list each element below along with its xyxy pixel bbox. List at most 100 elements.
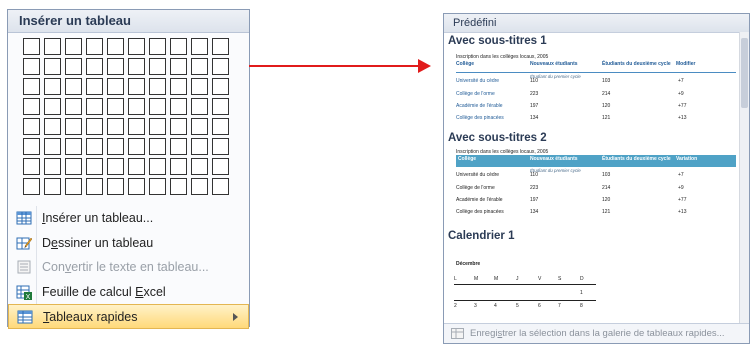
grid-cell[interactable] xyxy=(170,98,187,115)
grid-cell[interactable] xyxy=(212,118,229,135)
grid-cell[interactable] xyxy=(149,58,166,75)
gallery-scrollbar[interactable] xyxy=(739,32,749,332)
grid-cell[interactable] xyxy=(23,78,40,95)
grid-cell[interactable] xyxy=(44,58,61,75)
grid-cell[interactable] xyxy=(86,38,103,55)
grid-cell[interactable] xyxy=(23,138,40,155)
grid-cell[interactable] xyxy=(149,178,166,195)
grid-cell[interactable] xyxy=(65,78,82,95)
grid-cell[interactable] xyxy=(65,118,82,135)
grid-cell[interactable] xyxy=(149,98,166,115)
grid-cell[interactable] xyxy=(212,178,229,195)
grid-cell[interactable] xyxy=(170,38,187,55)
grid-cell[interactable] xyxy=(44,98,61,115)
save-selection-to-gallery-item[interactable]: Enregistrer la sélection dans la galerie… xyxy=(444,323,749,343)
grid-cell[interactable] xyxy=(65,58,82,75)
grid-cell[interactable] xyxy=(128,178,145,195)
day-cell: M xyxy=(494,276,499,282)
grid-cell[interactable] xyxy=(128,98,145,115)
grid-cell[interactable] xyxy=(191,58,208,75)
grid-cell[interactable] xyxy=(65,38,82,55)
grid-cell[interactable] xyxy=(23,158,40,175)
grid-cell[interactable] xyxy=(86,158,103,175)
scrollbar-thumb[interactable] xyxy=(741,38,748,108)
grid-cell[interactable] xyxy=(149,38,166,55)
grid-cell[interactable] xyxy=(170,158,187,175)
table-cell: 103 xyxy=(602,172,611,178)
grid-cell[interactable] xyxy=(65,178,82,195)
day-cell: D xyxy=(580,276,584,282)
grid-cell[interactable] xyxy=(44,38,61,55)
grid-cell[interactable] xyxy=(107,38,124,55)
grid-cell[interactable] xyxy=(23,98,40,115)
grid-cell[interactable] xyxy=(212,138,229,155)
grid-cell[interactable] xyxy=(23,118,40,135)
grid-cell[interactable] xyxy=(191,178,208,195)
grid-cell[interactable] xyxy=(191,98,208,115)
grid-cell[interactable] xyxy=(212,158,229,175)
grid-cell[interactable] xyxy=(128,138,145,155)
grid-cell[interactable] xyxy=(212,98,229,115)
grid-cell[interactable] xyxy=(107,118,124,135)
grid-cell[interactable] xyxy=(170,118,187,135)
grid-cell[interactable] xyxy=(107,178,124,195)
grid-cell[interactable] xyxy=(44,138,61,155)
grid-cell[interactable] xyxy=(191,78,208,95)
grid-cell[interactable] xyxy=(128,118,145,135)
grid-cell[interactable] xyxy=(86,178,103,195)
grid-cell[interactable] xyxy=(149,118,166,135)
grid-cell[interactable] xyxy=(44,118,61,135)
grid-cell[interactable] xyxy=(65,158,82,175)
grid-cell[interactable] xyxy=(128,78,145,95)
grid-cell[interactable] xyxy=(212,38,229,55)
header-cell: Variation xyxy=(676,156,698,162)
grid-cell[interactable] xyxy=(86,138,103,155)
grid-cell[interactable] xyxy=(23,178,40,195)
grid-cell[interactable] xyxy=(44,158,61,175)
insert-table-item[interactable]: Insérer un tableau... xyxy=(8,206,249,231)
grid-cell[interactable] xyxy=(191,38,208,55)
table-row: Académie de l'érable 197 120 +77 xyxy=(456,193,736,205)
grid-cell[interactable] xyxy=(23,38,40,55)
grid-cell[interactable] xyxy=(149,138,166,155)
quick-tables-item[interactable]: Tableaux rapides xyxy=(8,304,249,329)
table-cell: Université du cèdre xyxy=(456,172,500,178)
grid-cell[interactable] xyxy=(212,58,229,75)
grid-cell[interactable] xyxy=(107,58,124,75)
grid-cell[interactable] xyxy=(44,78,61,95)
calendar-rule xyxy=(454,284,596,285)
grid-cell[interactable] xyxy=(170,178,187,195)
grid-cell[interactable] xyxy=(191,158,208,175)
grid-cell[interactable] xyxy=(170,78,187,95)
day-cell: M xyxy=(474,276,479,282)
grid-cell[interactable] xyxy=(212,78,229,95)
table-cell: +9 xyxy=(678,91,684,97)
grid-cell[interactable] xyxy=(107,98,124,115)
grid-cell[interactable] xyxy=(128,58,145,75)
grid-cell[interactable] xyxy=(128,38,145,55)
grid-cell[interactable] xyxy=(191,138,208,155)
grid-cell[interactable] xyxy=(170,58,187,75)
grid-cell[interactable] xyxy=(107,158,124,175)
grid-cell[interactable] xyxy=(149,158,166,175)
gallery-section-heading: Calendrier 1 xyxy=(448,230,515,242)
grid-cell[interactable] xyxy=(107,138,124,155)
grid-cell[interactable] xyxy=(86,118,103,135)
grid-cell[interactable] xyxy=(86,58,103,75)
grid-cell[interactable] xyxy=(23,58,40,75)
table-row: Académie de l'érable 197 120 +77 xyxy=(456,99,736,111)
grid-cell[interactable] xyxy=(170,138,187,155)
grid-cell[interactable] xyxy=(86,98,103,115)
grid-cell[interactable] xyxy=(65,98,82,115)
grid-cell[interactable] xyxy=(191,118,208,135)
grid-cell[interactable] xyxy=(86,78,103,95)
table-size-grid[interactable] xyxy=(23,38,233,197)
excel-spreadsheet-item[interactable]: X Feuille de calcul Excel xyxy=(8,280,249,305)
grid-cell[interactable] xyxy=(107,78,124,95)
grid-cell[interactable] xyxy=(65,138,82,155)
grid-cell[interactable] xyxy=(128,158,145,175)
grid-cell[interactable] xyxy=(44,178,61,195)
grid-cell[interactable] xyxy=(149,78,166,95)
convert-text-to-table-item[interactable]: Convertir le texte en tableau... xyxy=(8,255,249,280)
draw-table-item[interactable]: Dessiner un tableau xyxy=(8,231,249,256)
